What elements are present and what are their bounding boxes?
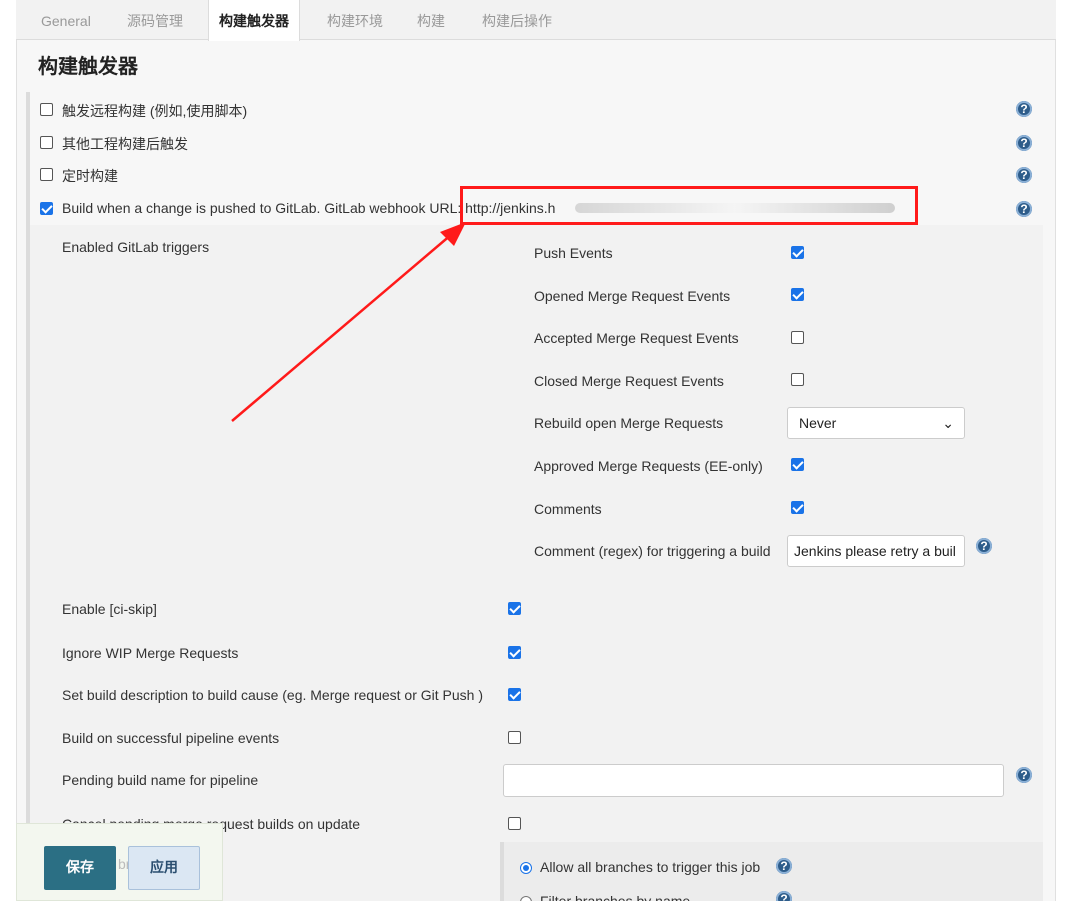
allow-all-branches-label: Allow all branches to trigger this job xyxy=(540,859,761,875)
cancel-pending-checkbox[interactable] xyxy=(508,817,521,830)
trigger-gitlab-checkbox[interactable] xyxy=(40,202,53,215)
trigger-periodic-label: 定时构建 xyxy=(62,168,118,184)
trigger-after-other-checkbox[interactable] xyxy=(40,136,53,149)
set-build-description-label: Set build description to build cause (eg… xyxy=(62,687,483,703)
set-build-description-checkbox[interactable] xyxy=(508,688,521,701)
save-button[interactable]: 保存 xyxy=(44,846,116,890)
push-events-label: Push Events xyxy=(534,245,613,261)
help-icon[interactable]: ? xyxy=(776,858,792,874)
rebuild-open-mr-label: Rebuild open Merge Requests xyxy=(534,415,724,431)
ignore-wip-label: Ignore WIP Merge Requests xyxy=(62,645,239,661)
accepted-mr-label: Accepted Merge Request Events xyxy=(534,330,739,346)
build-on-pipeline-label: Build on successful pipeline events xyxy=(62,730,280,746)
opened-mr-label: Opened Merge Request Events xyxy=(534,288,731,304)
tab-build-triggers[interactable]: 构建触发器 xyxy=(208,0,300,41)
chevron-down-icon: ⌄ xyxy=(942,415,954,431)
approved-mr-checkbox[interactable] xyxy=(791,458,804,471)
tab-build-environment[interactable]: 构建环境 xyxy=(317,0,393,40)
trigger-after-other-label: 其他工程构建后触发 xyxy=(62,136,188,152)
trigger-remote-label: 触发远程构建 (例如,使用脚本) xyxy=(62,103,248,119)
ignore-wip-checkbox[interactable] xyxy=(508,646,521,659)
tab-source-control[interactable]: 源码管理 xyxy=(117,0,193,40)
accepted-mr-checkbox[interactable] xyxy=(791,331,804,344)
comments-checkbox[interactable] xyxy=(791,501,804,514)
filter-branches-label: Filter branches by name xyxy=(540,893,691,901)
build-on-pipeline-checkbox[interactable] xyxy=(508,731,521,744)
help-icon[interactable]: ? xyxy=(976,538,992,554)
help-icon[interactable]: ? xyxy=(1016,101,1032,117)
help-icon[interactable]: ? xyxy=(1016,201,1032,217)
tab-build[interactable]: 构建 xyxy=(407,0,455,40)
rebuild-select-value: Never xyxy=(799,415,837,431)
trigger-periodic-checkbox[interactable] xyxy=(40,168,53,181)
filter-branches-radio[interactable] xyxy=(520,896,532,901)
help-icon[interactable]: ? xyxy=(1016,135,1032,151)
push-events-checkbox[interactable] xyxy=(791,246,804,259)
pending-build-name-label: Pending build name for pipeline xyxy=(62,772,259,788)
opened-mr-checkbox[interactable] xyxy=(791,288,804,301)
pending-build-name-input[interactable] xyxy=(503,764,1004,797)
trigger-remote-checkbox[interactable] xyxy=(40,103,53,116)
annotation-highlight-box xyxy=(460,186,918,225)
apply-button[interactable]: 应用 xyxy=(128,846,200,890)
comments-label: Comments xyxy=(534,501,602,517)
enable-ci-skip-checkbox[interactable] xyxy=(508,602,521,615)
closed-mr-label: Closed Merge Request Events xyxy=(534,373,724,389)
section-title: 构建触发器 xyxy=(38,54,138,78)
tab-post-build[interactable]: 构建后操作 xyxy=(472,0,562,40)
help-icon[interactable]: ? xyxy=(1016,167,1032,183)
tab-general[interactable]: General xyxy=(31,0,101,40)
closed-mr-checkbox[interactable] xyxy=(791,373,804,386)
enabled-gitlab-triggers-label: Enabled GitLab triggers xyxy=(62,239,210,255)
allow-all-branches-radio[interactable] xyxy=(520,862,532,874)
enable-ci-skip-label: Enable [ci-skip] xyxy=(62,601,157,617)
comment-regex-input[interactable]: Jenkins please retry a buil xyxy=(787,535,965,567)
help-icon[interactable]: ? xyxy=(1016,767,1032,783)
comment-regex-label: Comment (regex) for triggering a build xyxy=(534,543,771,559)
help-icon[interactable]: ? xyxy=(776,891,792,901)
approved-mr-label: Approved Merge Requests (EE-only) xyxy=(534,458,763,474)
rebuild-open-mr-select[interactable]: Never ⌄ xyxy=(787,407,965,439)
